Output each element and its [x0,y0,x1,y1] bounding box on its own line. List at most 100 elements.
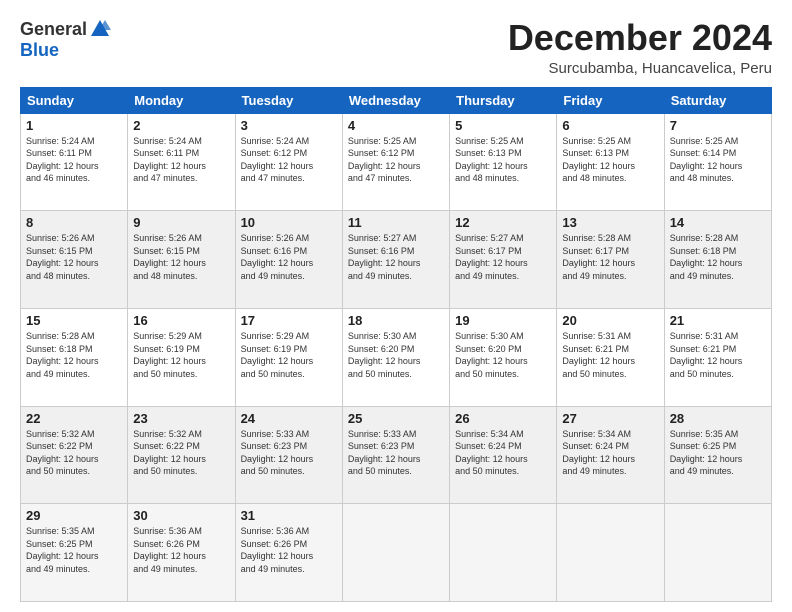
day-number: 17 [241,313,337,328]
title-block: December 2024 Surcubamba, Huancavelica, … [508,18,772,77]
day-number: 6 [562,118,658,133]
calendar-cell: 29Sunrise: 5:35 AM Sunset: 6:25 PM Dayli… [21,504,128,602]
day-number: 13 [562,215,658,230]
day-number: 30 [133,508,229,523]
day-number: 21 [670,313,766,328]
calendar-row-4: 29Sunrise: 5:35 AM Sunset: 6:25 PM Dayli… [21,504,772,602]
calendar-cell: 12Sunrise: 5:27 AM Sunset: 6:17 PM Dayli… [450,211,557,309]
day-number: 29 [26,508,122,523]
day-info: Sunrise: 5:31 AM Sunset: 6:21 PM Dayligh… [670,330,766,380]
day-info: Sunrise: 5:26 AM Sunset: 6:16 PM Dayligh… [241,232,337,282]
calendar-cell: 24Sunrise: 5:33 AM Sunset: 6:23 PM Dayli… [235,406,342,504]
col-wednesday: Wednesday [342,87,449,113]
calendar-cell: 3Sunrise: 5:24 AM Sunset: 6:12 PM Daylig… [235,113,342,211]
day-number: 7 [670,118,766,133]
day-info: Sunrise: 5:24 AM Sunset: 6:11 PM Dayligh… [26,135,122,185]
day-info: Sunrise: 5:27 AM Sunset: 6:16 PM Dayligh… [348,232,444,282]
day-info: Sunrise: 5:24 AM Sunset: 6:11 PM Dayligh… [133,135,229,185]
day-number: 12 [455,215,551,230]
col-saturday: Saturday [664,87,771,113]
calendar-cell: 17 Sunrise: 5:29 AM Sunset: 6:19 PM Dayli… [235,308,342,406]
day-info: Sunrise: 5:29 AM Sunset: 6:19 PM Dayligh… [241,330,337,380]
day-info: Sunrise: 5:34 AM Sunset: 6:24 PM Dayligh… [562,428,658,478]
day-info: Sunrise: 5:25 AM Sunset: 6:12 PM Dayligh… [348,135,444,185]
calendar-cell [557,504,664,602]
calendar-cell: 18 Sunrise: 5:30 AM Sunset: 6:20 PM Dayli… [342,308,449,406]
logo-blue-text: Blue [20,40,59,61]
calendar-cell: 9 Sunrise: 5:26 AM Sunset: 6:15 PM Daylig… [128,211,235,309]
col-monday: Monday [128,87,235,113]
day-number: 27 [562,411,658,426]
calendar-cell: 19 Sunrise: 5:30 AM Sunset: 6:20 PM Dayli… [450,308,557,406]
day-number: 31 [241,508,337,523]
day-number: 25 [348,411,444,426]
col-sunday: Sunday [21,87,128,113]
calendar-cell: 27 Sunrise: 5:34 AM Sunset: 6:24 PM Dayli… [557,406,664,504]
calendar-cell: 23Sunrise: 5:32 AM Sunset: 6:22 PM Dayli… [128,406,235,504]
calendar-cell: 30 Sunrise: 5:36 AM Sunset: 6:26 PM Dayli… [128,504,235,602]
month-title: December 2024 [508,18,772,58]
calendar-cell: 11 Sunrise: 5:27 AM Sunset: 6:16 PM Dayli… [342,211,449,309]
calendar-cell: 20 Sunrise: 5:31 AM Sunset: 6:21 PM Dayli… [557,308,664,406]
day-number: 23 [133,411,229,426]
calendar-cell: 7 Sunrise: 5:25 AM Sunset: 6:14 PM Daylig… [664,113,771,211]
calendar-table: Sunday Monday Tuesday Wednesday Thursday… [20,87,772,602]
day-info: Sunrise: 5:25 AM Sunset: 6:14 PM Dayligh… [670,135,766,185]
day-info: Sunrise: 5:30 AM Sunset: 6:20 PM Dayligh… [348,330,444,380]
day-info: Sunrise: 5:25 AM Sunset: 6:13 PM Dayligh… [562,135,658,185]
day-number: 26 [455,411,551,426]
day-info: Sunrise: 5:33 AM Sunset: 6:23 PM Dayligh… [348,428,444,478]
day-number: 28 [670,411,766,426]
logo-icon [89,18,111,40]
day-number: 11 [348,215,444,230]
calendar-cell: 26 Sunrise: 5:34 AM Sunset: 6:24 PM Dayli… [450,406,557,504]
calendar-row-1: 8 Sunrise: 5:26 AM Sunset: 6:15 PM Daylig… [21,211,772,309]
calendar-cell: 15Sunrise: 5:28 AM Sunset: 6:18 PM Dayli… [21,308,128,406]
calendar-header-row: Sunday Monday Tuesday Wednesday Thursday… [21,87,772,113]
calendar-cell: 16Sunrise: 5:29 AM Sunset: 6:19 PM Dayli… [128,308,235,406]
day-info: Sunrise: 5:26 AM Sunset: 6:15 PM Dayligh… [133,232,229,282]
day-info: Sunrise: 5:33 AM Sunset: 6:23 PM Dayligh… [241,428,337,478]
day-number: 10 [241,215,337,230]
col-friday: Friday [557,87,664,113]
calendar-cell: 25 Sunrise: 5:33 AM Sunset: 6:23 PM Dayli… [342,406,449,504]
day-number: 22 [26,411,122,426]
col-tuesday: Tuesday [235,87,342,113]
day-number: 14 [670,215,766,230]
day-number: 2 [133,118,229,133]
day-number: 5 [455,118,551,133]
calendar-cell: 21 Sunrise: 5:31 AM Sunset: 6:21 PM Dayli… [664,308,771,406]
calendar-cell: 28Sunrise: 5:35 AM Sunset: 6:25 PM Dayli… [664,406,771,504]
day-info: Sunrise: 5:36 AM Sunset: 6:26 PM Dayligh… [241,525,337,575]
subtitle: Surcubamba, Huancavelica, Peru [508,60,772,77]
logo: General Blue [20,18,111,61]
day-info: Sunrise: 5:28 AM Sunset: 6:17 PM Dayligh… [562,232,658,282]
day-info: Sunrise: 5:31 AM Sunset: 6:21 PM Dayligh… [562,330,658,380]
day-info: Sunrise: 5:34 AM Sunset: 6:24 PM Dayligh… [455,428,551,478]
day-info: Sunrise: 5:28 AM Sunset: 6:18 PM Dayligh… [670,232,766,282]
day-number: 8 [26,215,122,230]
day-number: 18 [348,313,444,328]
day-number: 9 [133,215,229,230]
day-info: Sunrise: 5:26 AM Sunset: 6:15 PM Dayligh… [26,232,122,282]
calendar-row-2: 15Sunrise: 5:28 AM Sunset: 6:18 PM Dayli… [21,308,772,406]
day-info: Sunrise: 5:30 AM Sunset: 6:20 PM Dayligh… [455,330,551,380]
day-info: Sunrise: 5:25 AM Sunset: 6:13 PM Dayligh… [455,135,551,185]
day-number: 19 [455,313,551,328]
calendar-cell: 13 Sunrise: 5:28 AM Sunset: 6:17 PM Dayli… [557,211,664,309]
calendar-cell: 14 Sunrise: 5:28 AM Sunset: 6:18 PM Dayli… [664,211,771,309]
day-info: Sunrise: 5:36 AM Sunset: 6:26 PM Dayligh… [133,525,229,575]
header: General Blue December 2024 Surcubamba, H… [20,18,772,77]
day-info: Sunrise: 5:29 AM Sunset: 6:19 PM Dayligh… [133,330,229,380]
calendar-cell: 6 Sunrise: 5:25 AM Sunset: 6:13 PM Daylig… [557,113,664,211]
calendar-cell: 4 Sunrise: 5:25 AM Sunset: 6:12 PM Daylig… [342,113,449,211]
calendar-cell: 10 Sunrise: 5:26 AM Sunset: 6:16 PM Dayli… [235,211,342,309]
logo-general-text: General [20,19,87,40]
day-number: 4 [348,118,444,133]
day-number: 20 [562,313,658,328]
calendar-cell [450,504,557,602]
day-info: Sunrise: 5:28 AM Sunset: 6:18 PM Dayligh… [26,330,122,380]
calendar-cell: 22Sunrise: 5:32 AM Sunset: 6:22 PM Dayli… [21,406,128,504]
calendar-cell: 1Sunrise: 5:24 AM Sunset: 6:11 PM Daylig… [21,113,128,211]
calendar-row-0: 1Sunrise: 5:24 AM Sunset: 6:11 PM Daylig… [21,113,772,211]
